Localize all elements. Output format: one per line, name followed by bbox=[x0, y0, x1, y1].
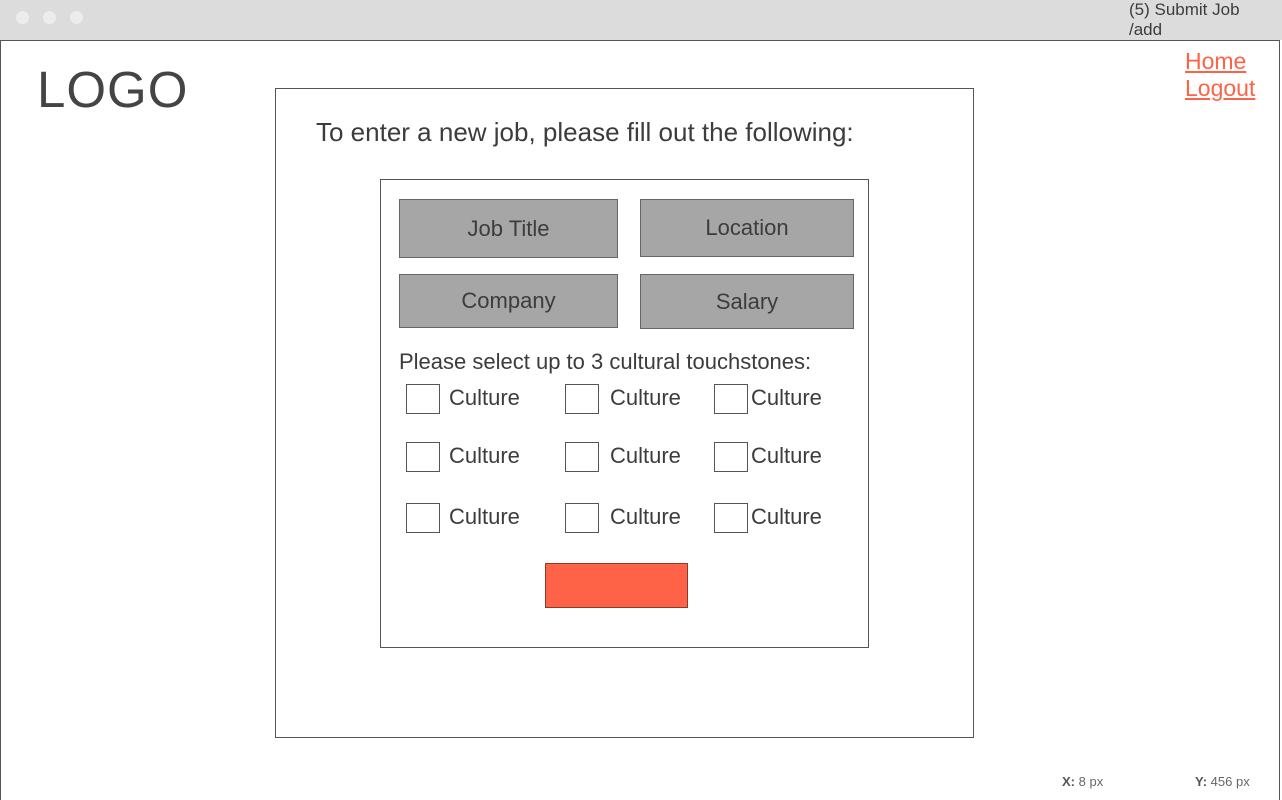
window-close-button[interactable] bbox=[16, 11, 29, 24]
culture-label: Culture bbox=[751, 443, 822, 468]
culture-label: Culture bbox=[610, 385, 681, 410]
culture-checkbox[interactable] bbox=[406, 384, 440, 414]
culture-checkbox[interactable] bbox=[714, 503, 748, 533]
culture-label: Culture bbox=[449, 443, 520, 468]
x-coordinate-readout: X: 8 px bbox=[1062, 774, 1103, 789]
culture-checkbox[interactable] bbox=[565, 384, 599, 414]
culture-checkbox[interactable] bbox=[714, 384, 748, 414]
culture-label: Culture bbox=[449, 504, 520, 529]
culture-checkbox[interactable] bbox=[406, 503, 440, 533]
form-heading: To enter a new job, please fill out the … bbox=[316, 117, 854, 147]
submit-button[interactable] bbox=[545, 563, 688, 608]
window-title: (5) Submit Job /add bbox=[1129, 0, 1240, 40]
culture-label: Culture bbox=[610, 443, 681, 468]
y-coordinate-value: 456 px bbox=[1210, 774, 1250, 789]
culture-label: Culture bbox=[751, 504, 822, 529]
culture-label: Culture bbox=[751, 385, 822, 410]
window-titlebar: (5) Submit Job /add bbox=[0, 0, 1282, 40]
x-coordinate-label: X: bbox=[1062, 774, 1075, 789]
window-title-line2: /add bbox=[1129, 20, 1163, 39]
window-maximize-button[interactable] bbox=[70, 11, 83, 24]
salary-field[interactable]: Salary bbox=[640, 274, 854, 329]
culture-prompt: Please select up to 3 cultural touchston… bbox=[399, 349, 812, 374]
logout-link[interactable]: Logout bbox=[1185, 75, 1255, 102]
x-coordinate-value: 8 px bbox=[1078, 774, 1104, 789]
home-link[interactable]: Home bbox=[1185, 48, 1246, 75]
culture-checkbox[interactable] bbox=[565, 503, 599, 533]
y-coordinate-label: Y: bbox=[1195, 774, 1208, 789]
culture-label: Culture bbox=[610, 504, 681, 529]
culture-checkbox[interactable] bbox=[406, 442, 440, 472]
culture-checkbox[interactable] bbox=[714, 442, 748, 472]
window-title-line1: (5) Submit Job bbox=[1129, 0, 1240, 19]
y-coordinate-readout: Y: 456 px bbox=[1195, 774, 1250, 789]
window-minimize-button[interactable] bbox=[43, 11, 56, 24]
culture-label: Culture bbox=[449, 385, 520, 410]
logo: LOGO bbox=[37, 61, 189, 118]
culture-checkbox[interactable] bbox=[565, 442, 599, 472]
company-field[interactable]: Company bbox=[399, 274, 618, 328]
location-field[interactable]: Location bbox=[640, 199, 854, 257]
job-title-field[interactable]: Job Title bbox=[399, 199, 618, 258]
